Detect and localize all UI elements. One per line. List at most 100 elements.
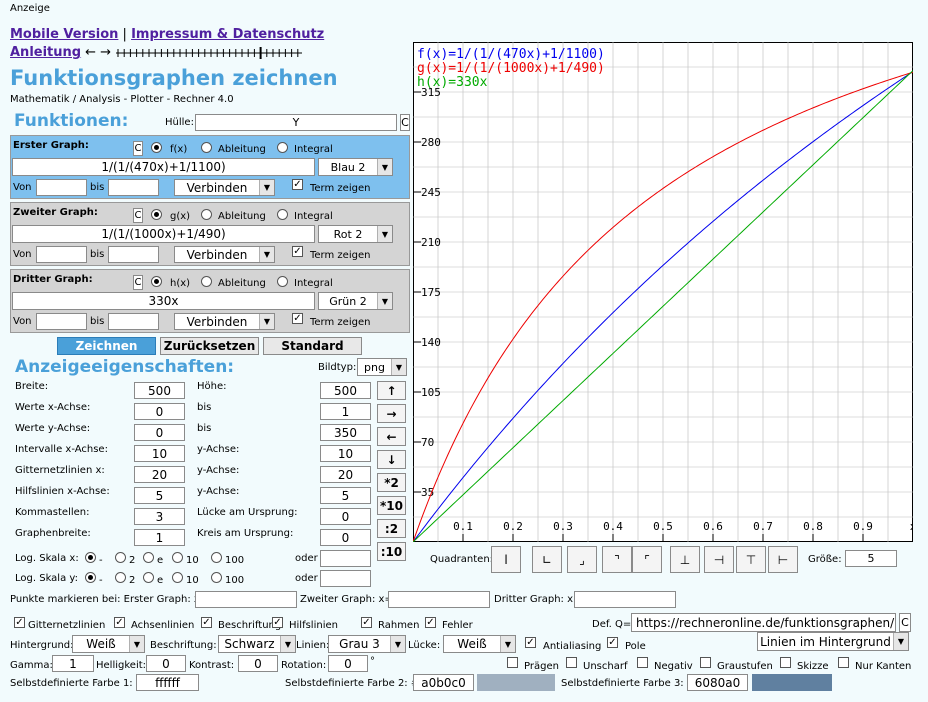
quadrant-1-button[interactable]: ⅼ bbox=[491, 546, 521, 573]
farbe3-input[interactable]: 6080a0 bbox=[687, 674, 748, 691]
logscale-radio[interactable] bbox=[172, 552, 183, 563]
beschriftung-checkbox[interactable]: ✓ bbox=[201, 617, 212, 628]
impressum-link[interactable]: Impressum & Datenschutz bbox=[131, 27, 324, 42]
logscale-radio[interactable] bbox=[115, 552, 126, 563]
term-input[interactable]: 330x bbox=[12, 292, 315, 310]
prop-input[interactable]: 0 bbox=[320, 508, 371, 525]
gitter-checkbox[interactable]: ✓ bbox=[14, 617, 25, 628]
luecke-select[interactable]: Weiß ▼ bbox=[443, 635, 516, 653]
graph-clear-button[interactable]: C bbox=[133, 141, 143, 156]
quadrant-7-button[interactable]: ⊣ bbox=[704, 546, 734, 573]
gamma-input[interactable]: 1 bbox=[52, 655, 94, 672]
bis-input[interactable] bbox=[108, 313, 159, 330]
anleitung-link[interactable]: Anleitung bbox=[10, 45, 81, 60]
quadrant-3-button[interactable]: ⌟ bbox=[567, 546, 597, 573]
radio-function[interactable] bbox=[151, 209, 162, 220]
right-arrow-button[interactable]: → bbox=[377, 404, 406, 423]
color-select[interactable]: Rot 2 ▼ bbox=[318, 225, 393, 243]
prop-input[interactable]: 5 bbox=[320, 487, 371, 504]
antialiasing-checkbox[interactable]: ✓ bbox=[525, 637, 536, 648]
mobile-version-link[interactable]: Mobile Version bbox=[10, 27, 118, 42]
beschriftung-farbe-select[interactable]: Schwarz ▼ bbox=[218, 635, 296, 653]
logscale-radio[interactable] bbox=[85, 572, 96, 583]
quadrant-6-button[interactable]: ⊥ bbox=[670, 546, 700, 573]
prop-input[interactable]: 1 bbox=[320, 403, 371, 420]
radio-function[interactable] bbox=[151, 142, 162, 153]
prop-input[interactable]: 500 bbox=[134, 382, 185, 399]
times10-button[interactable]: *10 bbox=[377, 496, 406, 515]
bis-input[interactable] bbox=[108, 179, 159, 196]
linien-select[interactable]: Grau 3 ▼ bbox=[328, 635, 406, 653]
prop-input[interactable]: 350 bbox=[320, 424, 371, 441]
left-arrow-button[interactable]: ← bbox=[377, 427, 406, 446]
groesse-input[interactable]: 5 bbox=[845, 550, 897, 567]
color-select[interactable]: Blau 2 ▼ bbox=[318, 158, 393, 176]
radio-integral[interactable] bbox=[277, 276, 288, 287]
mode-select[interactable]: Verbinden ▼ bbox=[174, 246, 275, 263]
graustufen-checkbox[interactable] bbox=[700, 657, 711, 668]
term-input[interactable]: 1/(1/(1000x)+1/490) bbox=[12, 225, 315, 243]
von-input[interactable] bbox=[36, 313, 87, 330]
prop-input[interactable]: 5 bbox=[134, 487, 185, 504]
logscale-radio[interactable] bbox=[85, 552, 96, 563]
pole-checkbox[interactable]: ✓ bbox=[607, 637, 618, 648]
prop-input[interactable]: 10 bbox=[320, 445, 371, 462]
logscale-radio[interactable] bbox=[211, 552, 222, 563]
logscale-radio[interactable] bbox=[143, 572, 154, 583]
quadrant-9-button[interactable]: ⊢ bbox=[768, 546, 798, 573]
prop-input[interactable]: 0 bbox=[320, 529, 371, 546]
farbe1-input[interactable]: ffffff bbox=[136, 674, 199, 691]
fehler-checkbox[interactable]: ✓ bbox=[425, 617, 436, 628]
radio-integral[interactable] bbox=[277, 209, 288, 220]
term-zeigen-checkbox[interactable]: ✓ bbox=[292, 179, 303, 190]
von-input[interactable] bbox=[36, 246, 87, 263]
nav-arrows[interactable]: ← → bbox=[85, 45, 111, 60]
graph-clear-button[interactable]: C bbox=[133, 275, 143, 290]
punkt-erster-input[interactable] bbox=[195, 591, 297, 608]
negativ-checkbox[interactable] bbox=[637, 657, 648, 668]
color-select[interactable]: Grün 2 ▼ bbox=[318, 292, 393, 310]
prop-input[interactable]: 500 bbox=[320, 382, 371, 399]
punkt-zweiter-input[interactable] bbox=[388, 591, 490, 608]
farbe2-input[interactable]: a0b0c0 bbox=[413, 674, 474, 691]
hintergrund-select[interactable]: Weiß ▼ bbox=[72, 635, 145, 653]
kontrast-input[interactable]: 0 bbox=[238, 655, 278, 672]
bis-input[interactable] bbox=[108, 246, 159, 263]
quadrant-8-button[interactable]: ⊤ bbox=[736, 546, 766, 573]
radio-ableitung[interactable] bbox=[201, 209, 212, 220]
ruler-slider[interactable] bbox=[114, 46, 304, 60]
prop-input[interactable]: 0 bbox=[134, 424, 185, 441]
defq-clear-button[interactable]: C bbox=[899, 613, 911, 632]
logscale-radio[interactable] bbox=[115, 572, 126, 583]
prop-input[interactable]: 0 bbox=[134, 403, 185, 420]
rotation-input[interactable]: 0 bbox=[328, 655, 368, 672]
defq-input[interactable]: https://rechneronline.de/funktionsgraphe… bbox=[631, 613, 896, 632]
logscale-radio[interactable] bbox=[143, 552, 154, 563]
bildtyp-select[interactable]: png ▼ bbox=[357, 358, 407, 376]
logscale-custom-input[interactable] bbox=[320, 570, 371, 587]
huelle-input[interactable]: Y bbox=[195, 114, 397, 131]
down-arrow-button[interactable]: ↓ bbox=[377, 450, 406, 469]
div10-button[interactable]: :10 bbox=[377, 542, 406, 561]
praegen-checkbox[interactable] bbox=[507, 657, 518, 668]
prop-input[interactable]: 3 bbox=[134, 508, 185, 525]
quadrant-2-button[interactable]: ∟ bbox=[532, 546, 562, 573]
standard-button[interactable]: Standard bbox=[263, 337, 362, 355]
prop-input[interactable]: 1 bbox=[134, 529, 185, 546]
prop-input[interactable]: 20 bbox=[320, 466, 371, 483]
mode-select[interactable]: Verbinden ▼ bbox=[174, 313, 275, 330]
zuruecksetzen-button[interactable]: Zurücksetzen bbox=[160, 337, 259, 355]
huelle-clear-button[interactable]: C bbox=[400, 114, 410, 131]
zeichnen-button[interactable]: Zeichnen bbox=[57, 337, 156, 355]
logscale-radio[interactable] bbox=[172, 572, 183, 583]
div2-button[interactable]: :2 bbox=[377, 519, 406, 538]
rahmen-checkbox[interactable]: ✓ bbox=[361, 617, 372, 628]
radio-function[interactable] bbox=[151, 276, 162, 287]
term-input[interactable]: 1/(1/(470x)+1/1100) bbox=[12, 158, 315, 176]
prop-input[interactable]: 20 bbox=[134, 466, 185, 483]
helligkeit-input[interactable]: 0 bbox=[146, 655, 186, 672]
achsen-checkbox[interactable]: ✓ bbox=[114, 617, 125, 628]
quadrant-4-button[interactable]: ⌝ bbox=[602, 546, 632, 573]
radio-integral[interactable] bbox=[277, 142, 288, 153]
logscale-radio[interactable] bbox=[211, 572, 222, 583]
